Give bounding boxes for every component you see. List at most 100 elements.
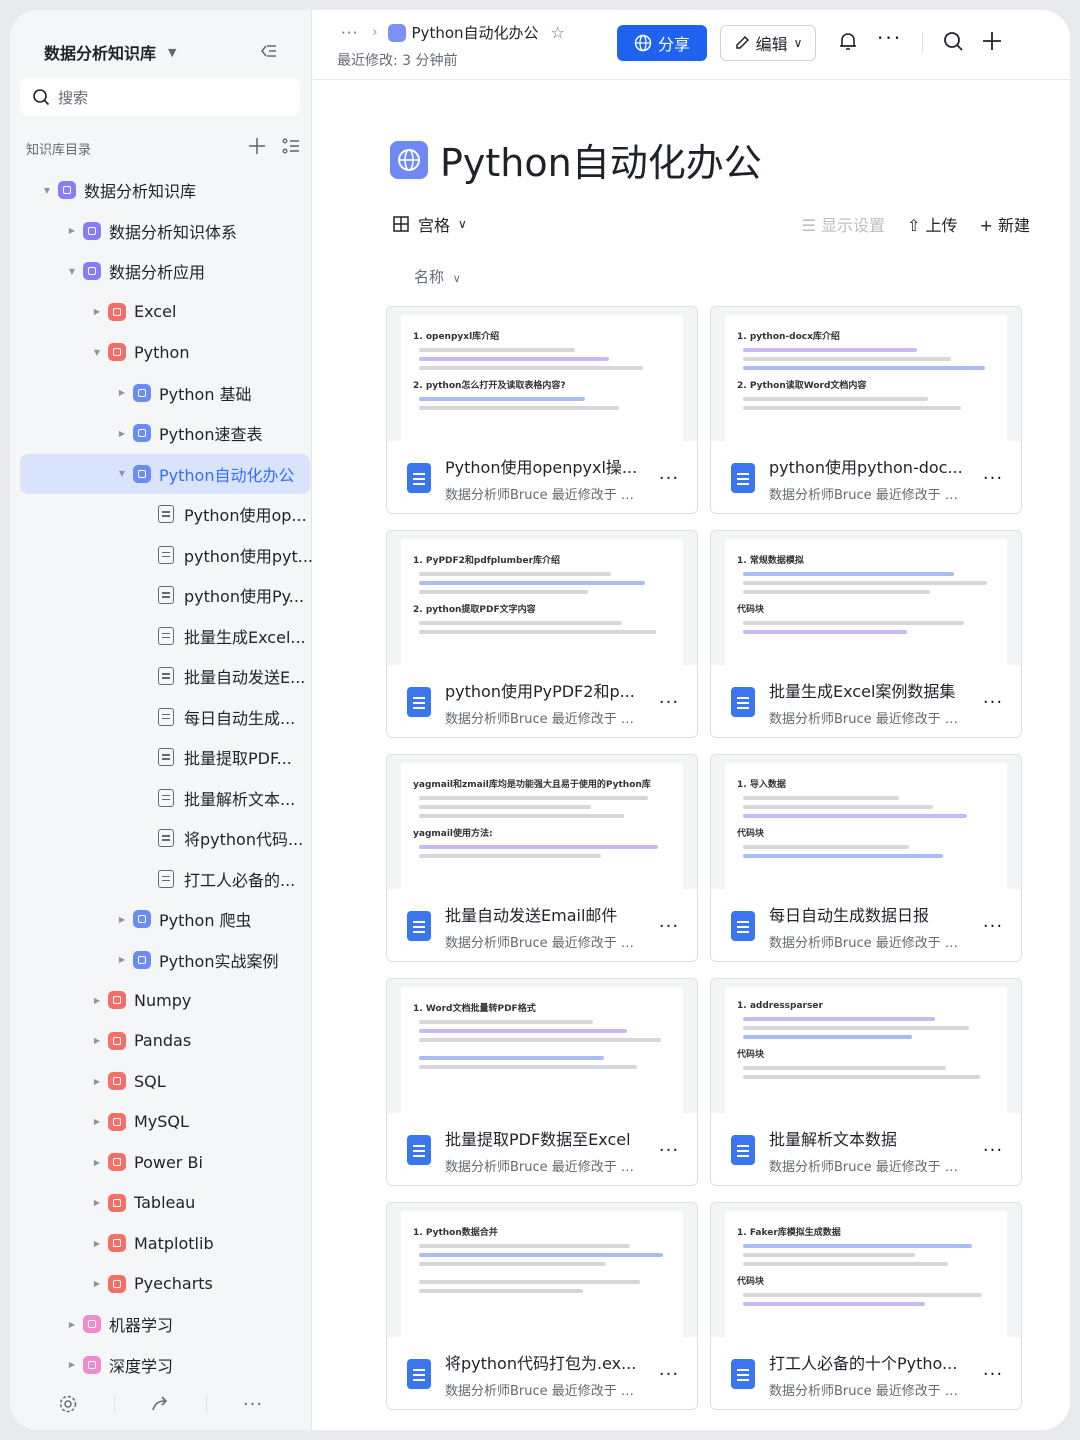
tree-item[interactable]: 将python代码... <box>10 818 312 859</box>
edit-button[interactable]: 编辑 ∨ <box>720 25 816 61</box>
tree-item[interactable]: ▼ 数据分析知识库 <box>10 170 312 211</box>
more-icon[interactable]: ··· <box>655 1140 683 1161</box>
search-input[interactable]: 搜索 <box>20 78 300 116</box>
card-title[interactable]: 批量生成Excel案例数据集 <box>769 678 967 702</box>
caret-right-icon[interactable]: ▶ <box>65 1320 79 1329</box>
tree-item[interactable]: 批量提取PDF... <box>10 737 312 778</box>
new-button[interactable]: + 新建 <box>979 212 1030 236</box>
caret-right-icon[interactable]: ▶ <box>90 1239 104 1248</box>
caret-right-icon[interactable]: ▶ <box>90 1158 104 1167</box>
tree-item[interactable]: ▼ Python自动化办公 <box>20 453 310 494</box>
card-title[interactable]: 将python代码打包为.ex... <box>445 1350 643 1374</box>
card-title[interactable]: python使用PyPDF2和p... <box>445 678 643 702</box>
sidebar-header[interactable]: 数据分析知识库 ▼ <box>44 32 295 72</box>
tree-item[interactable]: ▶ Tableau <box>10 1183 312 1224</box>
sort-dropdown[interactable]: 名称 ∨ <box>414 266 461 287</box>
document-card[interactable]: yagmail和zmail库均是功能强大且易于使用的Python库 yagmail… <box>386 754 698 962</box>
more-icon[interactable]: ··· <box>655 1364 683 1385</box>
tree-item[interactable]: ▼ 数据分析应用 <box>10 251 312 292</box>
caret-down-icon[interactable]: ▼ <box>40 186 54 195</box>
tree-item[interactable]: ▶ Matplotlib <box>10 1223 312 1264</box>
tree-item[interactable]: python使用Py... <box>10 575 312 616</box>
more-icon[interactable]: ··· <box>979 468 1007 489</box>
caret-right-icon[interactable]: ▶ <box>65 1360 79 1369</box>
knowledge-base-title[interactable]: 数据分析知识库 <box>44 40 156 64</box>
document-card[interactable]: 1. openpyxl库介绍 2. python怎么打开及读取表格内容? Pytho… <box>386 306 698 514</box>
caret-right-icon[interactable]: ▶ <box>115 388 129 397</box>
chevron-down-icon[interactable]: ▼ <box>168 46 176 59</box>
caret-right-icon[interactable]: ▶ <box>90 307 104 316</box>
more-icon[interactable]: ··· <box>655 468 683 489</box>
caret-right-icon[interactable]: ▶ <box>90 1077 104 1086</box>
caret-down-icon[interactable]: ▼ <box>90 348 104 357</box>
tree-item[interactable]: ▶ 数据分析知识体系 <box>10 211 312 252</box>
breadcrumb-current[interactable]: Python自动化办公 <box>412 22 539 43</box>
caret-right-icon[interactable]: ▶ <box>65 226 79 235</box>
share-out-icon[interactable] <box>150 1394 170 1414</box>
tree-item[interactable]: 每日自动生成... <box>10 697 312 738</box>
tree-item[interactable]: Python使用op... <box>10 494 312 535</box>
document-card[interactable]: 1. Faker库模拟生成数据 代码块 打工人必备的十个Pytho... 数据分析师B… <box>710 1202 1022 1410</box>
tree-item[interactable]: ▶ Pyecharts <box>10 1264 312 1305</box>
more-icon[interactable]: ··· <box>877 26 902 50</box>
document-card[interactable]: 1. 导入数据 代码块 每日自动生成数据日报 数据分析师Bruce 最近修改于 今..… <box>710 754 1022 962</box>
tree-item[interactable]: ▼ Python <box>10 332 312 373</box>
tree-item[interactable]: ▶ Power Bi <box>10 1142 312 1183</box>
more-icon[interactable]: ··· <box>979 1364 1007 1385</box>
card-title[interactable]: Python使用openpyxl操... <box>445 454 643 478</box>
card-title[interactable]: python使用python-doc... <box>769 454 967 478</box>
card-title[interactable]: 批量解析文本数据 <box>769 1126 967 1150</box>
tree-item[interactable]: ▶ Python 基础 <box>10 373 312 414</box>
tree-item[interactable]: python使用pyt... <box>10 535 312 576</box>
document-card[interactable]: 1. Word文档批量转PDF格式 批量提取PDF数据至Excel 数据分析师Bru… <box>386 978 698 1186</box>
list-tree-icon[interactable] <box>281 136 301 156</box>
share-button[interactable]: 分享 <box>617 25 707 61</box>
card-title[interactable]: 每日自动生成数据日报 <box>769 902 967 926</box>
tree-item[interactable]: ▶ Python 爬虫 <box>10 899 312 940</box>
more-icon[interactable]: ··· <box>655 916 683 937</box>
document-card[interactable]: 1. 常规数据模拟 代码块 批量生成Excel案例数据集 数据分析师Bruce 最近修… <box>710 530 1022 738</box>
caret-right-icon[interactable]: ▶ <box>90 1117 104 1126</box>
collapse-sidebar-icon[interactable] <box>257 40 279 62</box>
tree-item[interactable]: ▶ Numpy <box>10 980 312 1021</box>
more-icon[interactable]: ··· <box>979 916 1007 937</box>
add-icon[interactable] <box>247 136 267 156</box>
tree-item[interactable]: ▶ Pandas <box>10 1021 312 1062</box>
tree-item[interactable]: ▶ Python实战案例 <box>10 940 312 981</box>
tree-item[interactable]: ▶ Python速查表 <box>10 413 312 454</box>
caret-right-icon[interactable]: ▶ <box>90 996 104 1005</box>
caret-down-icon[interactable]: ▼ <box>65 267 79 276</box>
bell-icon[interactable] <box>837 30 859 52</box>
tree-item[interactable]: 批量自动发送E... <box>10 656 312 697</box>
caret-down-icon[interactable]: ▼ <box>115 469 129 478</box>
more-icon[interactable]: ··· <box>655 692 683 713</box>
more-icon[interactable]: ··· <box>243 1394 263 1415</box>
document-card[interactable]: 1. addressparser 代码块 批量解析文本数据 数据分析师Bruce 最近… <box>710 978 1022 1186</box>
tree-item[interactable]: 打工人必备的... <box>10 859 312 900</box>
caret-right-icon[interactable]: ▶ <box>90 1279 104 1288</box>
card-title[interactable]: 批量自动发送Email邮件 <box>445 902 643 926</box>
tree-item[interactable]: ▶ 机器学习 <box>10 1304 312 1345</box>
document-card[interactable]: 1. python-docx库介绍 2. Python读取Word文档内容 pyth… <box>710 306 1022 514</box>
card-title[interactable]: 批量提取PDF数据至Excel <box>445 1126 643 1150</box>
view-switcher[interactable]: 宫格 ∨ <box>392 212 467 236</box>
tree-item[interactable]: 批量生成Excel... <box>10 616 312 657</box>
card-title[interactable]: 打工人必备的十个Pytho... <box>769 1350 967 1374</box>
tree-item[interactable]: ▶ SQL <box>10 1061 312 1102</box>
star-icon[interactable]: ☆ <box>551 23 565 42</box>
caret-right-icon[interactable]: ▶ <box>90 1198 104 1207</box>
display-settings-button[interactable]: ☰ 显示设置 <box>802 212 885 236</box>
tree-item[interactable]: ▶ MySQL <box>10 1102 312 1143</box>
settings-icon[interactable] <box>58 1394 78 1414</box>
document-card[interactable]: 1. Python数据合并 将python代码打包为.ex... 数据分析师Bruc… <box>386 1202 698 1410</box>
caret-right-icon[interactable]: ▶ <box>90 1036 104 1045</box>
breadcrumb-more[interactable]: ··· <box>341 24 358 42</box>
add-icon[interactable] <box>981 30 1003 52</box>
caret-right-icon[interactable]: ▶ <box>115 915 129 924</box>
tree-item[interactable]: 批量解析文本... <box>10 778 312 819</box>
document-card[interactable]: 1. PyPDF2和pdfplumber库介绍 2. python提取PDF文字内… <box>386 530 698 738</box>
caret-right-icon[interactable]: ▶ <box>115 429 129 438</box>
more-icon[interactable]: ··· <box>979 1140 1007 1161</box>
more-icon[interactable]: ··· <box>979 692 1007 713</box>
search-icon[interactable] <box>942 30 964 52</box>
